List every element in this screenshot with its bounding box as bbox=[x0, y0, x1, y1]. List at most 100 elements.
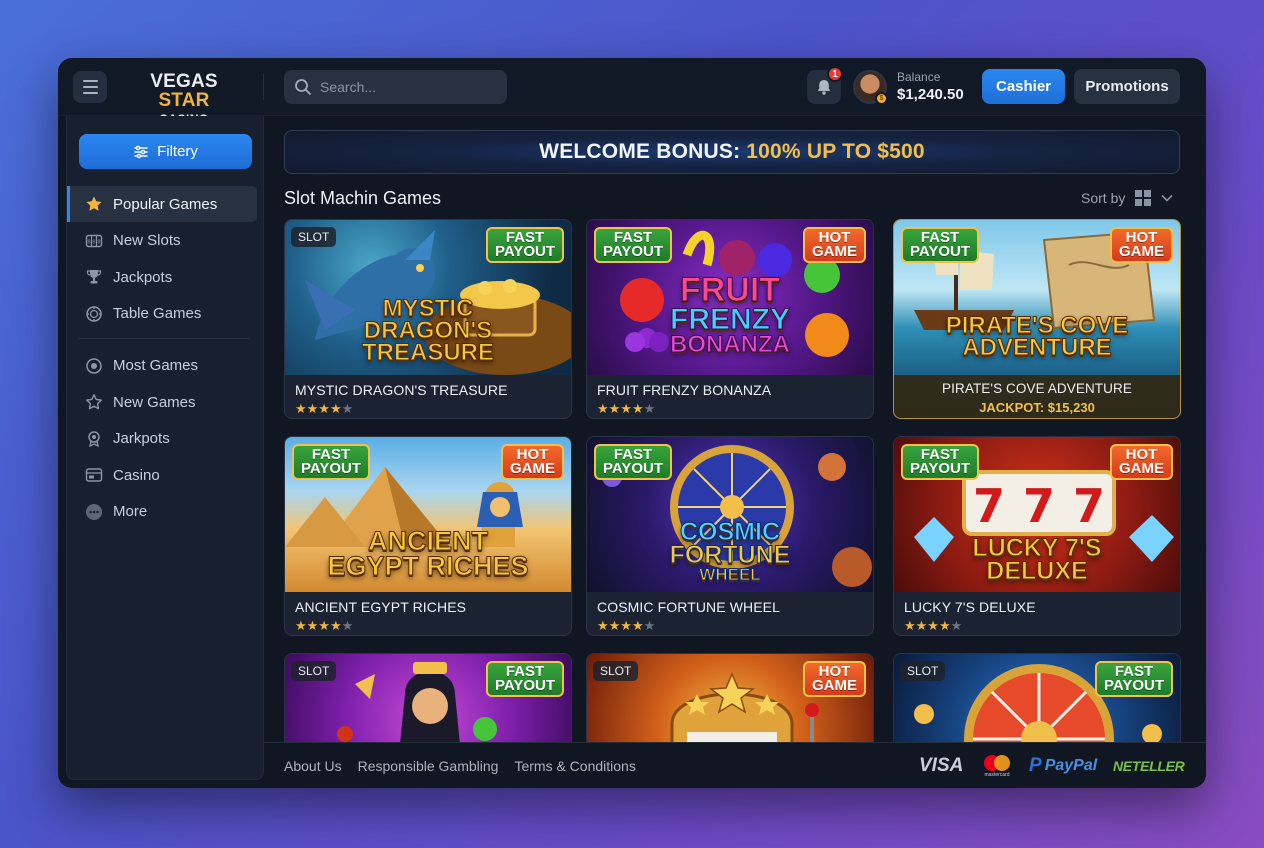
star-rating: ★★★★★ bbox=[295, 401, 354, 416]
hot-game-badge: HOT GAME bbox=[1110, 444, 1173, 480]
game-thumbnail: SLOT HOT GAME bbox=[587, 654, 873, 742]
art-title: FRUIT FRENZY BONANZA bbox=[587, 271, 873, 357]
art-title: LUCKY 7'S DELUXE bbox=[894, 535, 1180, 584]
sidebar-item-label: Popular Games bbox=[113, 195, 218, 213]
game-title: FRUIT FRENZY BONANZA bbox=[597, 382, 772, 398]
main-content: WELCOME BONUS: 100% UP TO $500 Slot Mach… bbox=[264, 116, 1206, 742]
grid-view-icon[interactable] bbox=[1135, 190, 1152, 206]
notification-count-badge: 1 bbox=[827, 66, 843, 82]
hot-game-badge: HOT GAME bbox=[803, 661, 866, 697]
logo-text-vegas: VEGAS bbox=[150, 71, 218, 92]
game-card-classic-777[interactable]: SLOT HOT GAME bbox=[586, 653, 874, 742]
coin-icon: $ bbox=[875, 92, 888, 105]
sidebar-item-label: Casino bbox=[113, 466, 160, 484]
slot-tag: SLOT bbox=[291, 661, 337, 681]
sidebar-item-new-slots[interactable]: 888 New Slots bbox=[67, 223, 263, 259]
art-title: MYSTIC DRAGON'S TREASURE bbox=[285, 296, 571, 367]
fast-payout-badge: FAST PAYOUT bbox=[1094, 661, 1173, 697]
section-title: Slot Machin Games bbox=[284, 188, 442, 208]
sidebar-item-label: Table Games bbox=[113, 305, 202, 322]
sidebar-item-casino[interactable]: Casino bbox=[67, 457, 263, 493]
sidebar-nav-primary: Popular Games 888 New Slots Jackpots Tab… bbox=[67, 186, 263, 530]
balance-display: Balance $1,240.50 bbox=[897, 71, 964, 102]
visa-logo: VISA bbox=[919, 755, 964, 776]
welcome-bonus-banner[interactable]: WELCOME BONUS: 100% UP TO $500 bbox=[284, 130, 1180, 174]
sidebar-item-label: New Slots bbox=[113, 232, 181, 249]
banner-text-1: WELCOME BONUS: bbox=[539, 140, 741, 163]
footer-link-responsible-gambling[interactable]: Responsible Gambling bbox=[358, 758, 499, 774]
paypal-logo: P PayPal bbox=[1029, 754, 1097, 778]
footer-link-terms[interactable]: Terms & Conditions bbox=[514, 758, 635, 774]
logo-text-star: STAR bbox=[158, 90, 210, 111]
sidebar-item-most-games[interactable]: Most Games bbox=[67, 348, 263, 384]
game-card-pirates-cove[interactable]: PIRATE'S COVE ADVENTURE FAST PAYOUT HOT GA… bbox=[893, 219, 1181, 419]
hot-game-badge: HOT GAME bbox=[1110, 227, 1173, 263]
game-title: LUCKY 7'S DELUXE bbox=[904, 599, 1036, 615]
trophy-icon bbox=[85, 268, 103, 286]
game-card-cleopatra[interactable]: SLOT FAST PAYOUT bbox=[284, 653, 572, 742]
banner-text-2: 100% UP TO $500 bbox=[746, 140, 925, 163]
svg-text:7: 7 bbox=[1073, 479, 1105, 533]
jackpot-amount: JACKPOT: $15,230 bbox=[979, 400, 1095, 415]
game-card-cosmic-fortune[interactable]: COSMIC FORTUNE WHEEL FAST PAYOUT COSMIC F… bbox=[586, 436, 874, 636]
fast-payout-badge: FAST PAYOUT bbox=[292, 444, 371, 480]
chevron-down-icon[interactable] bbox=[1161, 194, 1173, 202]
footer-link-about[interactable]: About Us bbox=[284, 758, 342, 774]
game-card-lucky-7s[interactable]: 7 7 7 LUCKY 7'S DELUXE FAST PAYOUT HOT GAM… bbox=[893, 436, 1181, 636]
art-title-line: WHEEL bbox=[699, 565, 761, 584]
svg-text:7: 7 bbox=[1023, 479, 1055, 533]
chip-icon bbox=[85, 305, 103, 323]
sidebar-item-jackpots[interactable]: Jackpots bbox=[67, 259, 263, 295]
art-title-line: TREASURE bbox=[361, 339, 494, 367]
mastercard-circles-icon bbox=[984, 755, 1010, 771]
game-card-ancient-egypt[interactable]: ANCIENT EGYPT RICHES FAST PAYOUT HOT GAME … bbox=[284, 436, 572, 636]
game-thumbnail: PIRATE'S COVE ADVENTURE FAST PAYOUT HOT GA… bbox=[894, 220, 1180, 375]
badge-icon bbox=[85, 357, 103, 375]
hot-game-badge: HOT GAME bbox=[803, 227, 866, 263]
fast-payout-badge: FAST PAYOUT bbox=[485, 661, 564, 697]
art-title-line: EGYPT RICHES bbox=[327, 550, 529, 581]
game-card-mystic-dragon[interactable]: MYSTIC DRAGON'S TREASURE SLOT FAST PAYOUT… bbox=[284, 219, 572, 419]
game-title: MYSTIC DRAGON'S TREASURE bbox=[295, 382, 508, 398]
paypal-p-icon: P bbox=[1029, 755, 1042, 776]
art-title: COSMIC FORTUNE WHEEL bbox=[587, 519, 873, 584]
hamburger-menu-icon[interactable] bbox=[73, 71, 107, 103]
game-card-fruit-frenzy[interactable]: FRUIT FRENZY BONANZA FAST PAYOUT HOT GAME … bbox=[586, 219, 874, 419]
game-title: ANCIENT EGYPT RICHES bbox=[295, 599, 467, 615]
sort-by-control[interactable]: Sort by bbox=[1081, 190, 1173, 206]
sidebar-item-label: Jarkpots bbox=[113, 430, 170, 447]
filter-button[interactable]: Filtery bbox=[79, 134, 252, 169]
promotions-button[interactable]: Promotions bbox=[1074, 69, 1180, 104]
top-bar: VEGAS STAR CASINO 1 $ Balance $1,240.50 … bbox=[58, 58, 1206, 125]
footer-links: About Us Responsible Gambling Terms & Co… bbox=[284, 758, 636, 774]
sidebar-item-label: New Games bbox=[113, 393, 196, 411]
cashier-button[interactable]: Cashier bbox=[982, 69, 1065, 104]
star-rating: ★★★★★ bbox=[597, 401, 656, 416]
sidebar-item-table-games[interactable]: Table Games bbox=[67, 296, 263, 332]
avatar[interactable]: $ bbox=[853, 70, 888, 105]
svg-text:7: 7 bbox=[973, 479, 1005, 533]
sidebar-item-popular-games[interactable]: Popular Games bbox=[67, 186, 257, 222]
art-title: PIRATE'S COVE ADVENTURE bbox=[894, 313, 1180, 360]
app-window: VEGAS STAR CASINO 1 $ Balance $1,240.50 … bbox=[58, 58, 1206, 788]
fast-payout-badge: FAST PAYOUT bbox=[594, 444, 673, 480]
sidebar-item-new-games[interactable]: New Games bbox=[67, 384, 263, 420]
star-rating: ★★★★★ bbox=[597, 618, 656, 633]
game-thumbnail: ANCIENT EGYPT RICHES FAST PAYOUT HOT GAME bbox=[285, 437, 571, 592]
slot-tag: SLOT bbox=[593, 661, 639, 681]
sidebar-item-more[interactable]: More bbox=[67, 494, 263, 530]
game-thumbnail: MYSTIC DRAGON'S TREASURE SLOT FAST PAYOUT bbox=[285, 220, 571, 375]
more-icon bbox=[85, 503, 103, 521]
fast-payout-badge: FAST PAYOUT bbox=[901, 444, 980, 480]
sliders-icon bbox=[134, 145, 148, 158]
art-title-line: FRUIT bbox=[679, 271, 781, 309]
sidebar-item-label: Jackpots bbox=[113, 268, 173, 286]
star-rating: ★★★★★ bbox=[295, 618, 354, 633]
search-input[interactable] bbox=[320, 79, 490, 95]
game-card-slot-wheel[interactable]: SLOT FAST PAYOUT bbox=[893, 653, 1181, 742]
sort-by-label: Sort by bbox=[1081, 190, 1126, 206]
filter-label: Filtery bbox=[157, 143, 198, 160]
search-box[interactable] bbox=[284, 70, 507, 104]
sidebar-item-jarkpots[interactable]: Jarkpots bbox=[67, 421, 263, 457]
balance-value: $1,240.50 bbox=[897, 86, 964, 103]
